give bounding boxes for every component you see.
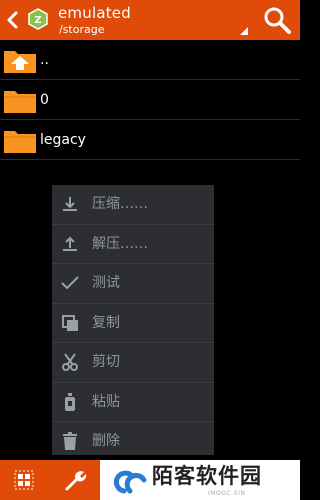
menu-label: 测试 <box>92 275 120 291</box>
wrench-icon[interactable] <box>64 468 88 492</box>
menu-label: 剪切 <box>92 354 120 370</box>
menu-label: 解压…… <box>92 235 148 252</box>
file-row-legacy[interactable]: legacy <box>0 120 300 160</box>
check-icon <box>61 276 79 290</box>
menu-item-extract[interactable]: 解压…… <box>52 225 214 264</box>
menu-item-delete[interactable]: 删除 <box>52 422 214 455</box>
menu-label: 复制 <box>92 314 120 331</box>
watermark-logo-icon <box>113 470 147 494</box>
menu-item-compress[interactable]: 压缩…… <box>52 185 214 225</box>
action-bar: Z emulated /storage <box>0 0 300 40</box>
file-name: legacy <box>40 132 86 148</box>
context-menu: 压缩…… 解压…… 测试 复制 剪切 粘贴 删除 <box>52 185 214 455</box>
trash-icon <box>63 432 77 450</box>
header-path[interactable]: /storage <box>59 23 105 36</box>
copy-icon <box>62 314 78 331</box>
search-icon[interactable] <box>262 5 292 35</box>
dropdown-corner-icon[interactable] <box>240 27 248 35</box>
upload-icon <box>63 236 77 251</box>
header-title[interactable]: emulated <box>58 4 131 22</box>
watermark-subtext: IMOOC.XIN <box>208 490 246 497</box>
menu-label: 删除 <box>92 433 120 449</box>
file-row-0[interactable]: 0 <box>0 80 300 120</box>
menu-label: 压缩…… <box>92 196 148 212</box>
menu-item-cut[interactable]: 剪切 <box>52 343 214 383</box>
watermark: 陌客软件园 IMOOC.XIN <box>100 460 300 500</box>
file-list: .. 0 legacy <box>0 40 300 160</box>
grid-icon[interactable] <box>14 470 34 490</box>
svg-text:Z: Z <box>34 15 41 26</box>
menu-label: 粘贴 <box>92 393 120 410</box>
menu-item-copy[interactable]: 复制 <box>52 304 214 343</box>
file-name: .. <box>40 52 49 68</box>
folder-icon <box>4 91 36 113</box>
file-row-parent[interactable]: .. <box>0 40 300 80</box>
app-logo-icon[interactable]: Z <box>27 8 49 30</box>
back-chevron-icon[interactable] <box>5 10 19 30</box>
menu-item-test[interactable]: 测试 <box>52 264 214 304</box>
folder-icon <box>4 131 36 153</box>
file-name: 0 <box>40 92 49 108</box>
watermark-text: 陌客软件园 <box>152 464 262 488</box>
paste-icon <box>65 392 75 411</box>
scissors-icon <box>62 353 78 371</box>
menu-item-paste[interactable]: 粘贴 <box>52 383 214 422</box>
download-icon <box>63 197 77 211</box>
folder-up-icon <box>4 51 36 73</box>
